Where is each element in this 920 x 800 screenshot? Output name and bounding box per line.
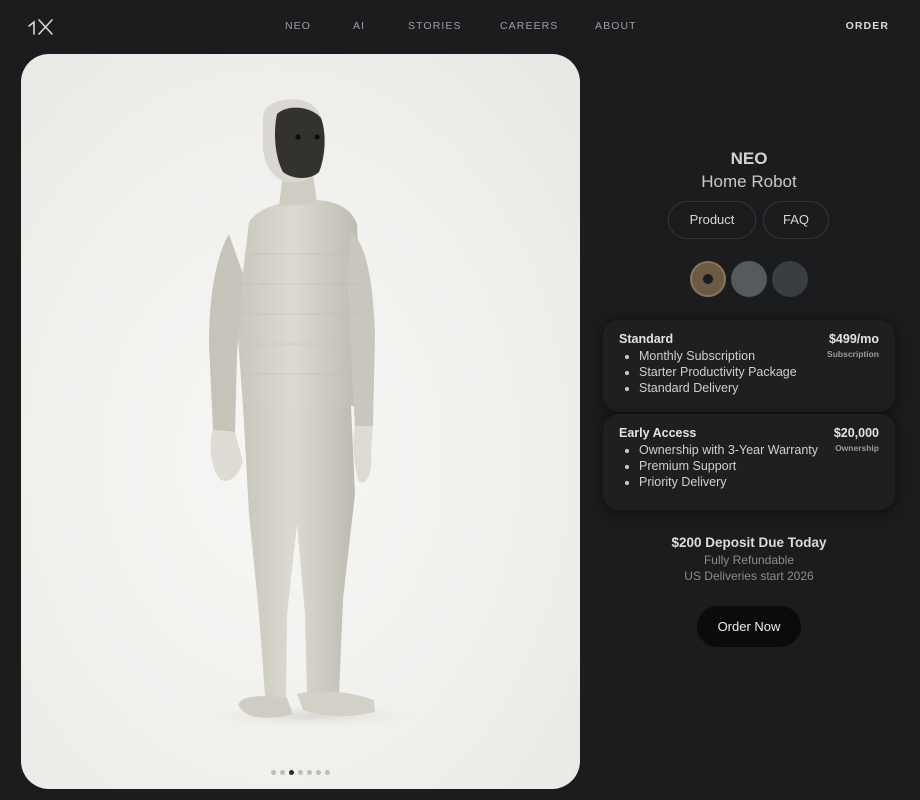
order-panel: NEO Home Robot Product FAQ Standard $499… <box>603 54 895 800</box>
plan-name: Standard <box>619 332 674 346</box>
plan-feature: Standard Delivery <box>639 380 797 396</box>
color-swatch-tan[interactable] <box>690 261 726 297</box>
plan-price: $499/mo <box>828 332 879 346</box>
color-swatch-charcoal[interactable] <box>772 261 808 297</box>
plan-card-standard[interactable]: Standard $499/mo Subscription Monthly Su… <box>603 320 895 412</box>
carousel-dot-active[interactable] <box>289 770 294 775</box>
main-nav: NEO AI STORIES CAREERS ABOUT <box>0 20 920 34</box>
plan-kind: Ownership <box>835 443 879 453</box>
refund-note: Fully Refundable <box>703 553 795 567</box>
plan-features: Monthly Subscription Starter Productivit… <box>639 348 797 397</box>
tab-product[interactable]: Product <box>668 201 756 239</box>
plan-feature: Premium Support <box>639 458 818 474</box>
plan-feature: Ownership with 3-Year Warranty <box>639 442 818 458</box>
carousel-dot[interactable] <box>271 770 276 775</box>
nav-item-careers[interactable]: CAREERS <box>500 20 558 32</box>
carousel-dot[interactable] <box>325 770 330 775</box>
product-gallery[interactable] <box>21 54 580 789</box>
plan-feature: Monthly Subscription <box>639 348 797 364</box>
product-tagline: Home Robot <box>701 172 797 191</box>
nav-item-about[interactable]: ABOUT <box>595 20 637 32</box>
order-link[interactable]: ORDER <box>846 20 889 32</box>
nav-item-stories[interactable]: STORIES <box>408 20 462 32</box>
color-swatch-gray[interactable] <box>731 261 767 297</box>
nav-item-neo[interactable]: NEO <box>285 20 311 32</box>
carousel-dot[interactable] <box>280 770 285 775</box>
robot-product-image <box>201 99 421 728</box>
delivery-note: US Deliveries start 2026 <box>684 569 814 583</box>
carousel-dot[interactable] <box>298 770 303 775</box>
deposit-text: $200 Deposit Due Today <box>671 535 827 550</box>
plan-price: $20,000 <box>833 426 879 440</box>
carousel-dot[interactable] <box>316 770 321 775</box>
plan-card-early-access[interactable]: Early Access $20,000 Ownership Ownership… <box>603 414 895 510</box>
plan-feature: Starter Productivity Package <box>639 364 797 380</box>
tab-faq[interactable]: FAQ <box>763 201 829 239</box>
carousel-dot[interactable] <box>307 770 312 775</box>
carousel-dots <box>21 770 580 775</box>
top-navigation: NEO AI STORIES CAREERS ABOUT ORDER <box>0 0 920 54</box>
plan-feature: Priority Delivery <box>639 474 818 490</box>
plan-kind: Subscription <box>827 349 879 359</box>
order-now-button[interactable]: Order Now <box>697 606 801 647</box>
plan-name: Early Access <box>619 426 697 440</box>
plan-features: Ownership with 3-Year Warranty Premium S… <box>639 442 818 491</box>
nav-item-ai[interactable]: AI <box>353 20 365 32</box>
product-name: NEO <box>730 149 768 168</box>
